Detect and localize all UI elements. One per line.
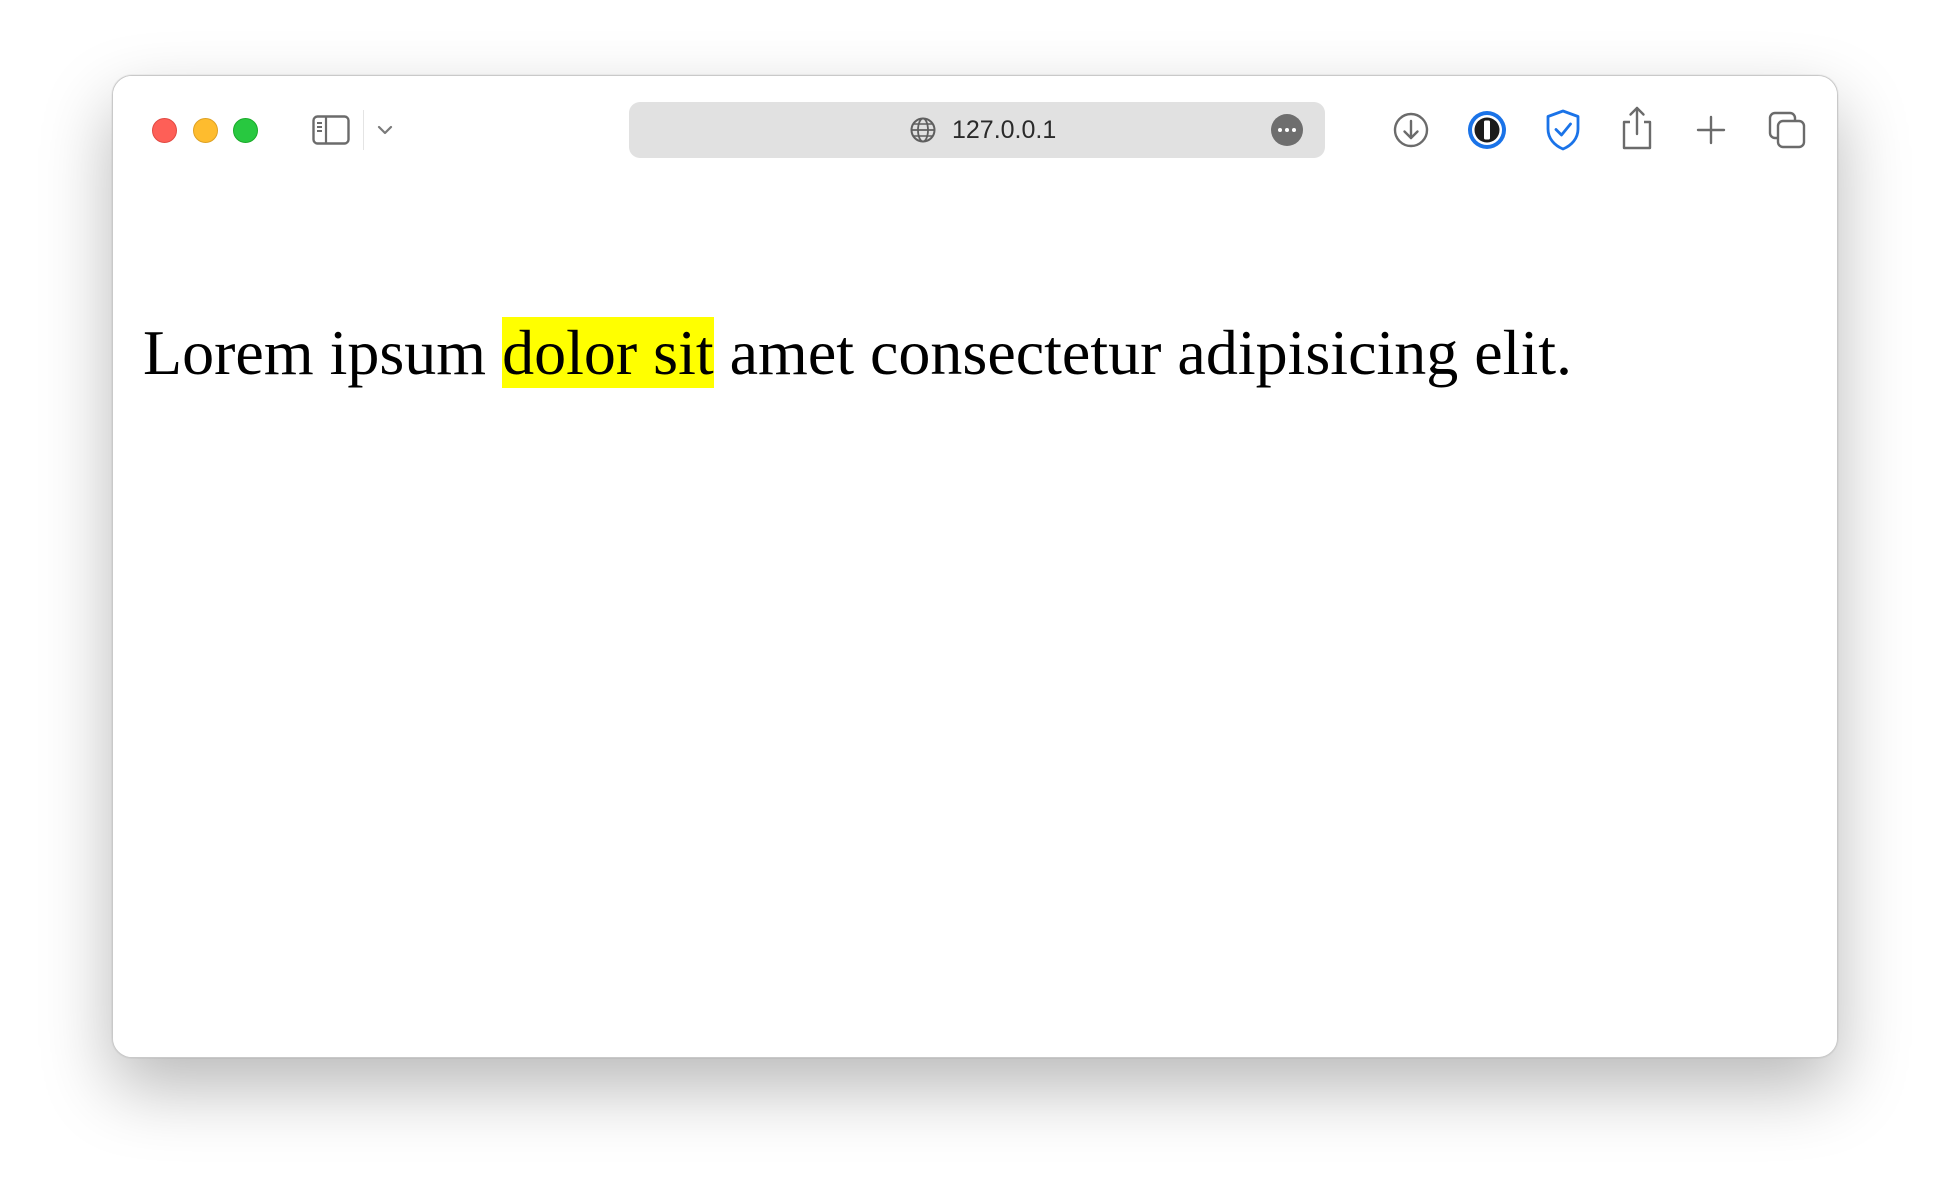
minimize-window-button[interactable]	[193, 118, 218, 143]
page-content: Lorem ipsum dolor sit amet consectetur a…	[113, 181, 1837, 1057]
plus-icon[interactable]	[1691, 110, 1731, 150]
address-bar[interactable]: 127.0.0.1	[629, 102, 1325, 158]
browser-window: 127.0.0.1 Lorem ipsum dolor sit amet con…	[112, 75, 1838, 1058]
shield-check-icon[interactable]	[1542, 108, 1584, 152]
paragraph-text-end: amet consectetur adipisicing elit.	[713, 317, 1572, 388]
address-url[interactable]: 127.0.0.1	[952, 115, 1056, 145]
close-window-button[interactable]	[152, 118, 177, 143]
download-icon[interactable]	[1391, 110, 1431, 150]
paragraph-text-start: Lorem ipsum	[143, 317, 503, 388]
globe-icon	[909, 116, 937, 144]
tab-overview-icon[interactable]	[1767, 110, 1807, 150]
password-manager-icon[interactable]	[1466, 109, 1508, 151]
chevron-down-icon[interactable]	[371, 116, 399, 144]
toolbar-divider	[363, 110, 364, 150]
sidebar-icon[interactable]	[309, 112, 353, 148]
zoom-window-button[interactable]	[233, 118, 258, 143]
browser-toolbar: 127.0.0.1	[113, 76, 1837, 181]
body-paragraph: Lorem ipsum dolor sit amet consectetur a…	[143, 317, 1572, 389]
share-icon[interactable]	[1617, 105, 1657, 151]
more-icon[interactable]	[1271, 114, 1303, 146]
highlighted-text: dolor sit	[502, 317, 714, 388]
